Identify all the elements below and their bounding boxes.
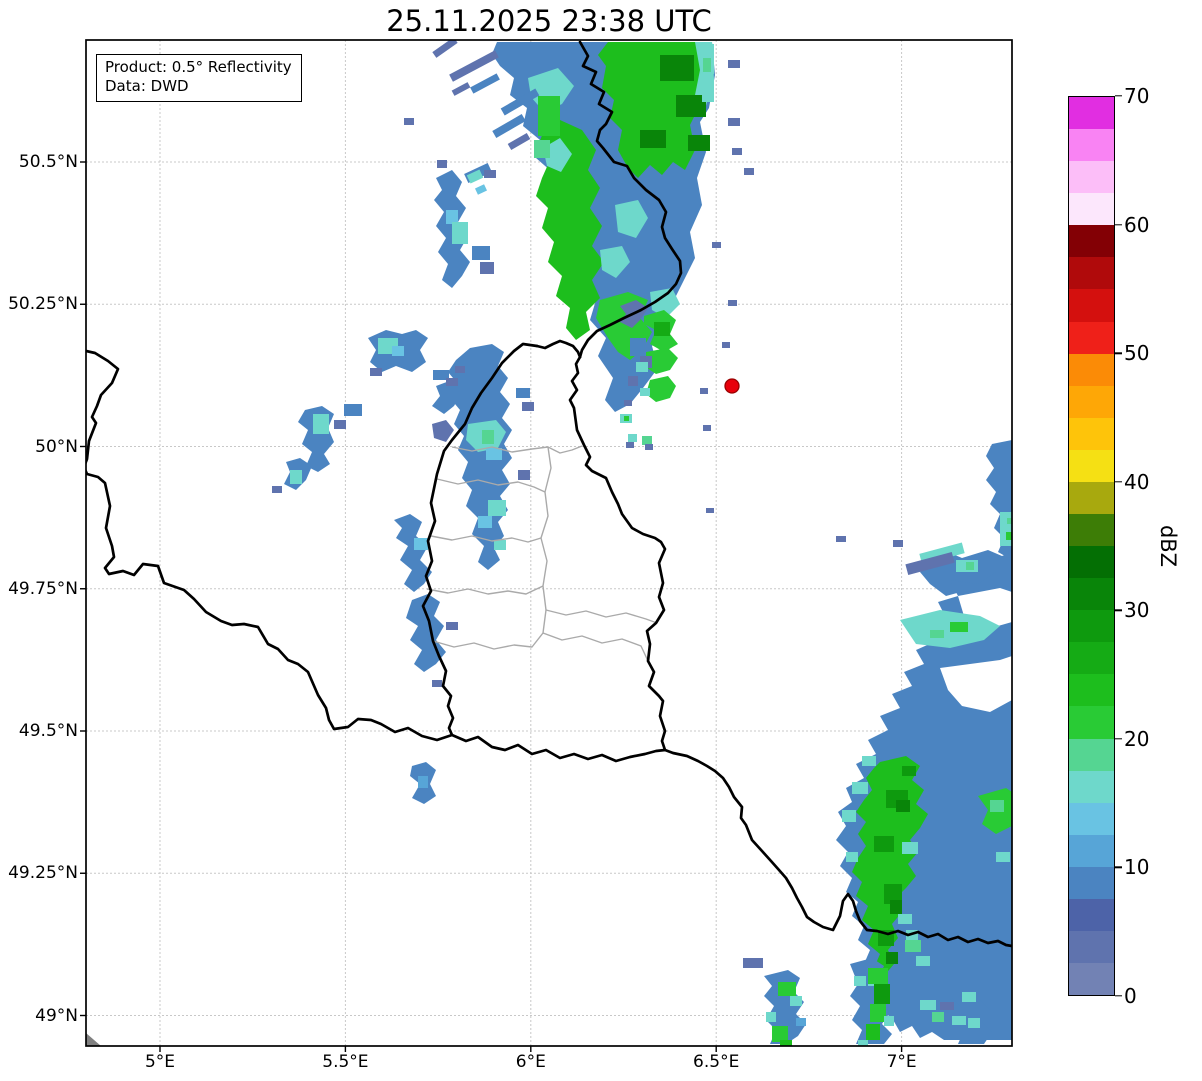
colorbar-band — [1069, 129, 1114, 162]
product-info-box: Product: 0.5° Reflectivity Data: DWD — [96, 54, 302, 102]
colorbar-band — [1069, 385, 1114, 418]
colorbar-band — [1069, 738, 1114, 771]
figure-title: 25.11.2025 23:38 UTC — [386, 4, 712, 38]
colorbar-unit-label: dBZ — [1156, 524, 1180, 568]
colorbar-band — [1069, 257, 1114, 290]
lon-tick-label: 6.5°E — [693, 1052, 740, 1072]
colorbar-tick-label: 70 — [1124, 84, 1150, 108]
colorbar-tick-label: 10 — [1124, 855, 1150, 880]
colorbar-band — [1069, 289, 1114, 322]
colorbar-tick — [1115, 866, 1122, 869]
colorbar-band — [1069, 578, 1114, 611]
colorbar-tick-label: 0 — [1124, 984, 1137, 1008]
radar-map — [80, 39, 1013, 1052]
colorbar-band — [1069, 898, 1114, 932]
colorbar-band — [1069, 97, 1114, 130]
colorbar-band — [1069, 449, 1114, 482]
lat-tick-label: 49.25°N — [8, 863, 78, 884]
colorbar-tick — [1115, 223, 1122, 226]
product-line: Product: 0.5° Reflectivity — [105, 58, 292, 76]
colorbar-tick-label: 60 — [1124, 212, 1150, 237]
colorbar-band — [1069, 481, 1114, 515]
lat-tick-label: 50.25°N — [8, 294, 78, 315]
colorbar-band — [1069, 514, 1114, 547]
colorbar-band — [1069, 353, 1114, 386]
colorbar-band — [1069, 931, 1114, 964]
colorbar-band — [1069, 193, 1114, 226]
lat-tick-label: 49.75°N — [8, 578, 78, 599]
colorbar-tick — [1115, 481, 1122, 483]
colorbar-tick — [1115, 738, 1122, 740]
lat-tick-label: 50.5°N — [18, 152, 78, 172]
lat-tick-label: 49°N — [35, 1005, 78, 1026]
colorbar-tick — [1115, 95, 1122, 97]
colorbar-tick-label: 20 — [1124, 726, 1150, 751]
colorbar-band — [1069, 642, 1114, 675]
colorbar-band — [1069, 770, 1114, 803]
colorbar-band — [1069, 225, 1114, 258]
colorbar-band — [1069, 866, 1114, 899]
data-source-line: Data: DWD — [105, 77, 189, 95]
colorbar-tick — [1115, 995, 1122, 997]
colorbar-band — [1069, 610, 1114, 643]
colorbar-tick-label: 50 — [1124, 341, 1150, 366]
colorbar-band — [1069, 674, 1114, 707]
colorbar-band — [1069, 321, 1114, 354]
colorbar-band — [1069, 706, 1114, 739]
lon-tick-label: 5.5°E — [322, 1052, 369, 1072]
colorbar-band — [1069, 802, 1114, 835]
colorbar-band — [1069, 161, 1114, 194]
lat-tick-label: 50°N — [35, 436, 78, 457]
colorbar-tick — [1115, 352, 1122, 354]
lon-tick-label: 5°E — [144, 1052, 176, 1072]
colorbar-tick-label: 40 — [1124, 469, 1150, 494]
colorbar-band — [1069, 546, 1114, 579]
lon-tick-label: 7°E — [886, 1052, 917, 1072]
lat-tick-label: 49.5°N — [18, 721, 78, 741]
colorbar-band — [1069, 834, 1114, 867]
colorbar-tick-label: 30 — [1124, 598, 1150, 623]
radar-site-marker — [724, 378, 740, 394]
colorbar-band — [1069, 963, 1114, 996]
lon-tick-label: 6°E — [515, 1052, 546, 1072]
colorbar-band — [1069, 417, 1114, 450]
colorbar — [1068, 96, 1115, 996]
colorbar-tick — [1115, 609, 1122, 611]
